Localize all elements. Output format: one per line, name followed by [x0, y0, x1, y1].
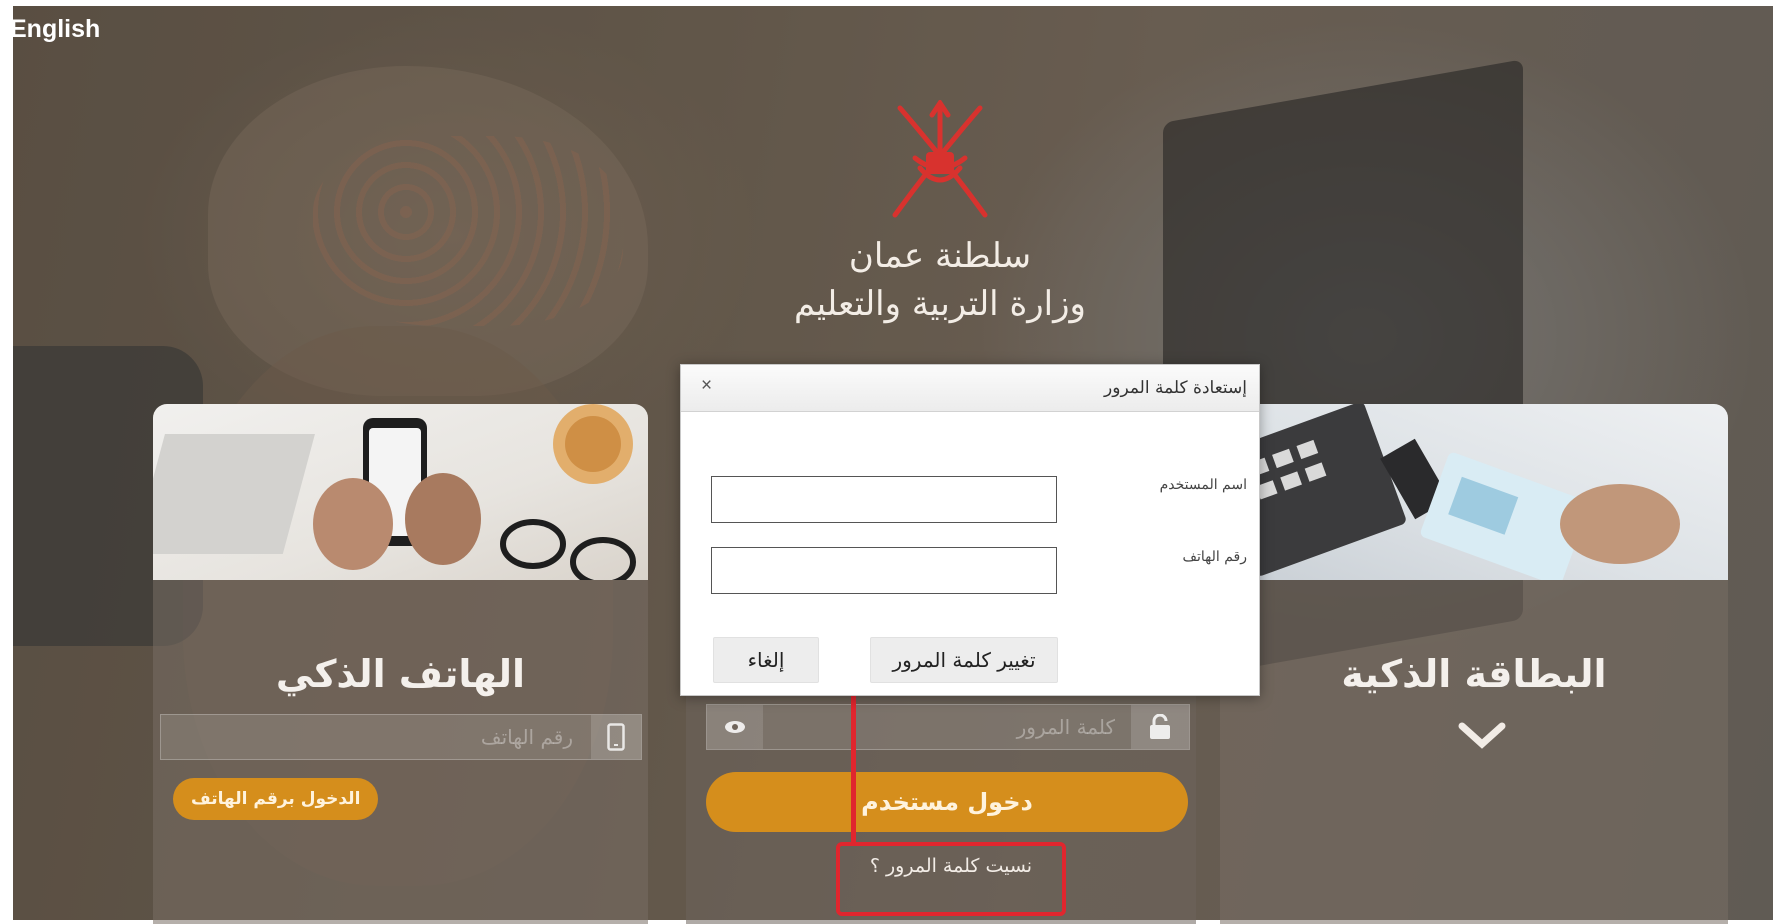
emblem-icon	[892, 100, 988, 218]
card-smart-card-title: البطاقة الذكية	[1341, 652, 1607, 696]
username-label: اسم المستخدم	[1159, 477, 1247, 493]
phone-label: رقم الهاتف	[1182, 549, 1247, 565]
country-name: سلطنة عمان	[848, 236, 1032, 276]
phone-hands-illustration	[153, 404, 636, 587]
card-smart-card-image	[1220, 404, 1728, 586]
cancel-button[interactable]: إلغاء	[713, 637, 819, 683]
card-smart-phone-image	[153, 404, 648, 587]
user-login-button[interactable]: دخول مستخدم	[706, 772, 1188, 832]
password-field[interactable]	[706, 704, 1190, 750]
card-reader-illustration	[1220, 404, 1680, 586]
ministry-name: سلطنة عمان وزارة التربية والتعليم	[790, 232, 1090, 328]
annotation-arrow-line	[851, 676, 856, 844]
phone-field[interactable]	[711, 547, 1057, 594]
chevron-down-icon[interactable]	[1458, 720, 1506, 750]
eye-icon[interactable]	[707, 705, 763, 749]
recover-password-dialog: × إستعادة كلمة المرور اسم المستخدم رقم ا…	[680, 364, 1260, 696]
ministry-english-faded	[845, 346, 1085, 360]
phone-number-input[interactable]	[161, 715, 581, 759]
username-field[interactable]	[711, 476, 1057, 523]
lock-icon	[1131, 705, 1189, 749]
dialog-header: × إستعادة كلمة المرور	[681, 365, 1259, 412]
phone-login-button[interactable]: الدخول برقم الهاتف	[173, 778, 379, 820]
ministry-title: وزارة التربية والتعليم	[794, 284, 1086, 324]
mobile-phone-icon	[591, 715, 641, 759]
forgot-password-highlight	[836, 842, 1066, 916]
change-password-button[interactable]: تغيير كلمة المرور	[870, 637, 1058, 683]
card-smart-phone-title: الهاتف الذكي	[275, 652, 526, 696]
password-input[interactable]	[763, 705, 1123, 749]
close-icon[interactable]: ×	[701, 375, 712, 397]
dialog-title: إستعادة كلمة المرور	[1104, 378, 1247, 398]
phone-number-field[interactable]	[160, 714, 642, 760]
language-switch-link[interactable]: English	[10, 15, 100, 44]
